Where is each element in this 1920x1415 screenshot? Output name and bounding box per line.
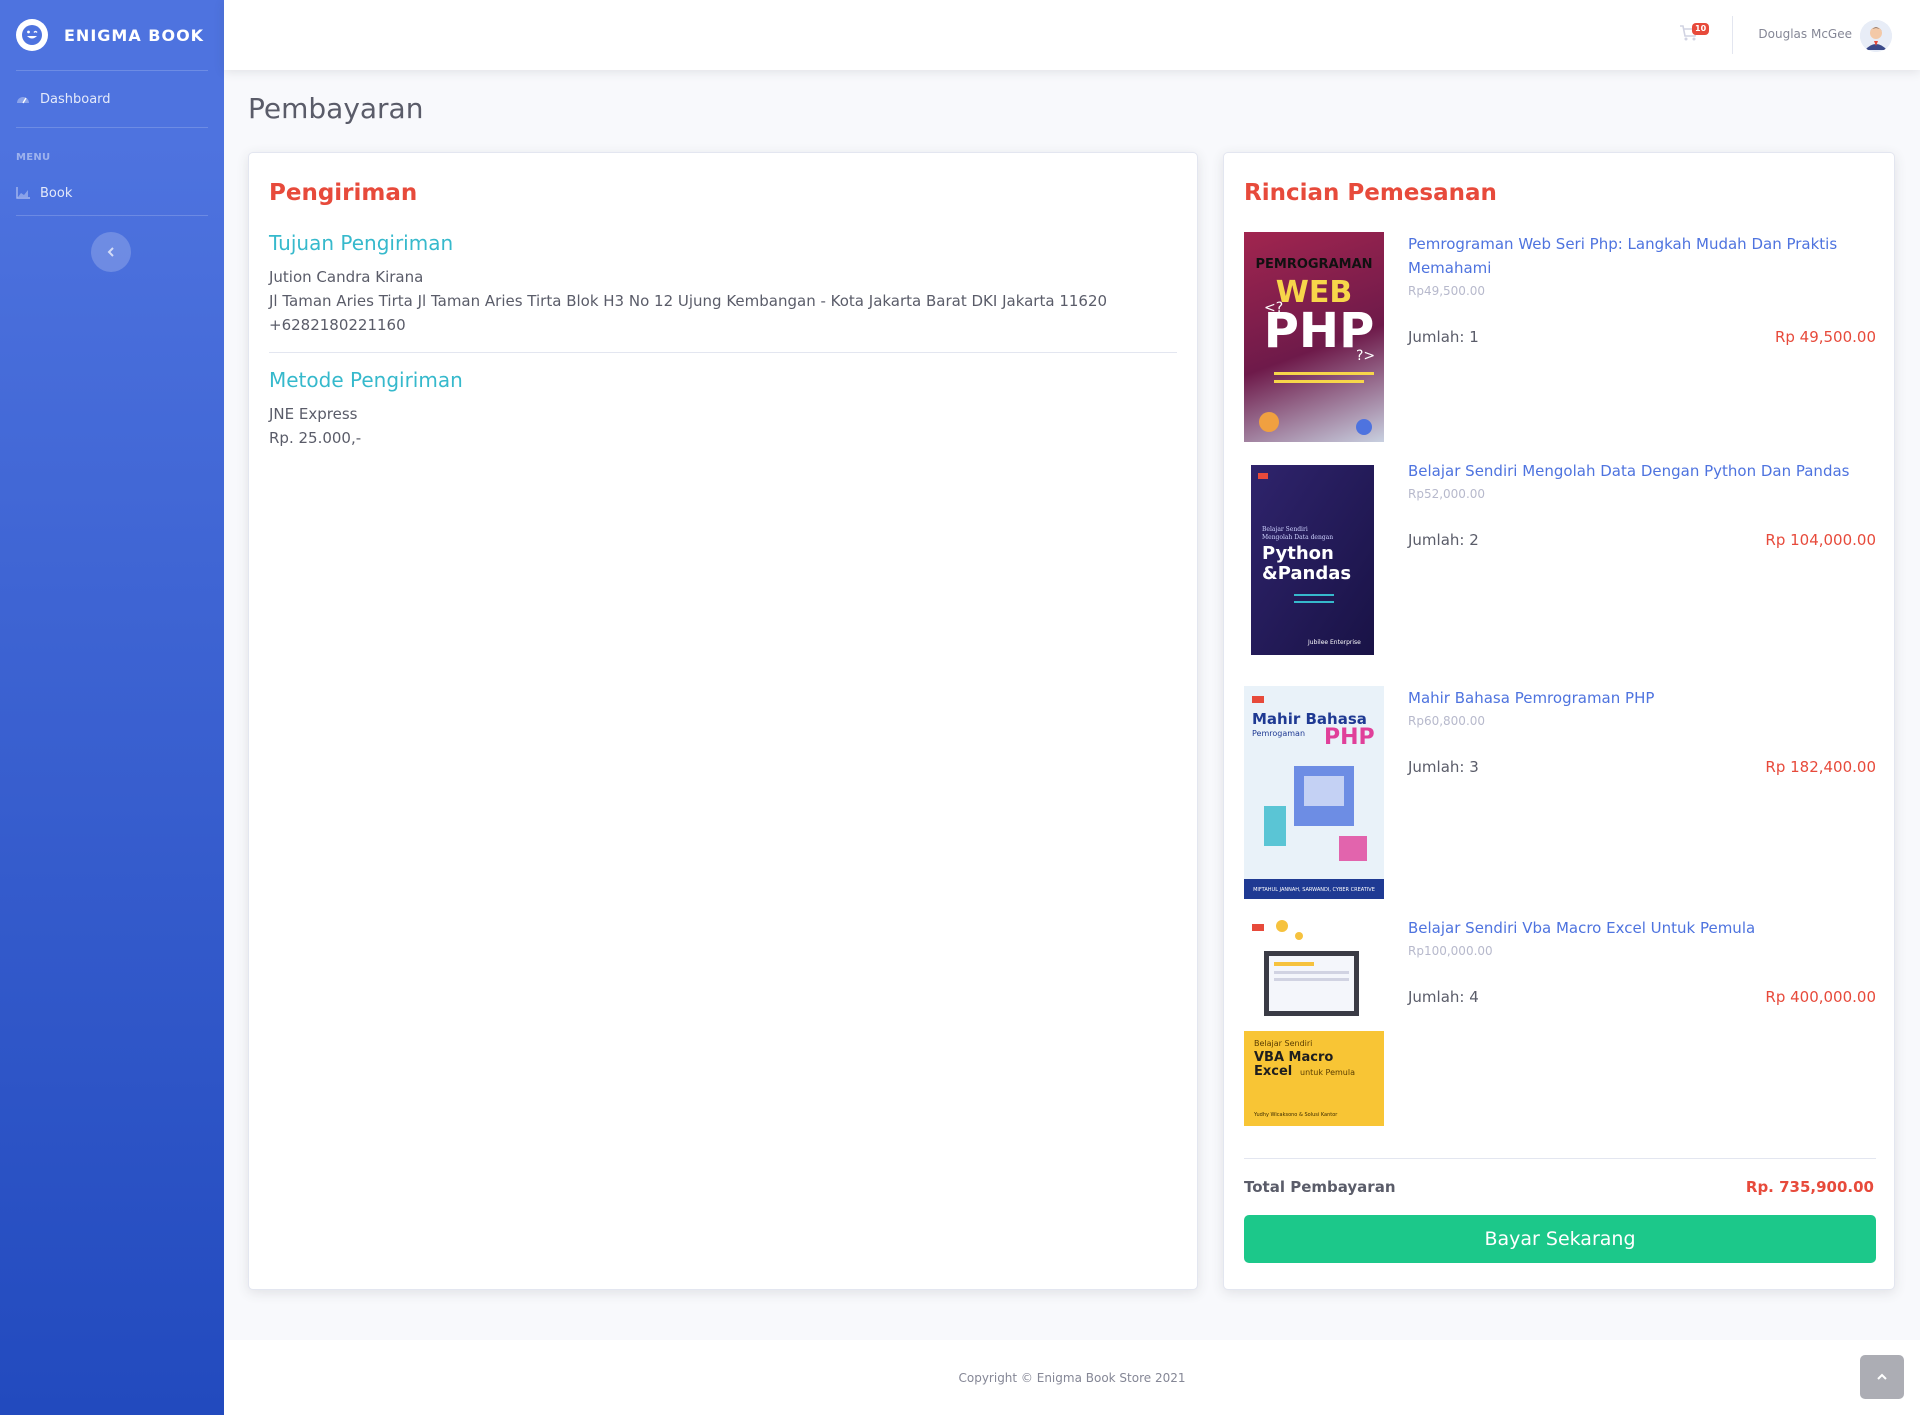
book-quantity: Jumlah: 3: [1408, 758, 1479, 776]
order-card: Rincian Pemesanan PEMROGRAMAN WEB PHP <?…: [1223, 152, 1895, 1290]
book-cover-image: Mahir Bahasa Pemrogaman PHP MIFTAHUL JAN…: [1244, 686, 1384, 899]
svg-text:PEMROGRAMAN: PEMROGRAMAN: [1255, 257, 1372, 272]
divider: [269, 352, 1177, 353]
page-title: Pembayaran: [248, 92, 424, 125]
sidebar-toggle-button[interactable]: [91, 232, 131, 272]
total-value: Rp. 735,900.00: [1745, 1178, 1874, 1196]
book-subtotal: Rp 400,000.00: [1765, 988, 1876, 1006]
svg-text:MIFTAHUL JANNAH, SARWANDI, CYB: MIFTAHUL JANNAH, SARWANDI, CYBER CREATIV…: [1253, 887, 1375, 893]
sidebar-divider: [16, 215, 208, 216]
book-quantity: Jumlah: 4: [1408, 988, 1479, 1006]
book-title-link[interactable]: Mahir Bahasa Pemrograman PHP: [1408, 686, 1868, 710]
chart-area-icon: [16, 187, 36, 199]
svg-text:Excel: Excel: [1254, 1064, 1292, 1079]
svg-text:Belajar Sendiri: Belajar Sendiri: [1254, 1039, 1312, 1048]
shipping-heading: Pengiriman: [269, 180, 418, 206]
book-title-link[interactable]: Belajar Sendiri Vba Macro Excel Untuk Pe…: [1408, 916, 1868, 940]
brand-link[interactable]: ENIGMA BOOK: [0, 0, 224, 70]
svg-text:?>: ?>: [1356, 348, 1375, 364]
svg-text:Pemrogaman: Pemrogaman: [1252, 729, 1305, 738]
divider: [1244, 1158, 1876, 1159]
sidebar-item-label: Book: [40, 185, 73, 201]
user-name[interactable]: Douglas McGee: [1758, 27, 1852, 41]
user-avatar-icon: [1860, 20, 1892, 52]
courier-name: JNE Express: [269, 405, 358, 423]
svg-text:PHP: PHP: [1324, 725, 1375, 750]
recipient-name: Jution Candra Kirana: [269, 268, 424, 286]
book-subtotal: Rp 49,500.00: [1774, 328, 1876, 346]
svg-text:Python: Python: [1262, 543, 1334, 564]
topbar: 10 Douglas McGee: [224, 0, 1920, 70]
book-quantity: Jumlah: 1: [1408, 328, 1479, 346]
shipping-card: Pengiriman Tujuan Pengiriman Jution Cand…: [248, 152, 1198, 1290]
method-heading: Metode Pengiriman: [269, 368, 463, 392]
chevron-up-icon: [1877, 1373, 1887, 1380]
order-item: Belajar Sendiri Mengolah Data dengan Pyt…: [1244, 459, 1876, 669]
book-cover-image: Belajar Sendiri Mengolah Data dengan Pyt…: [1244, 459, 1384, 667]
avatar[interactable]: [1860, 20, 1892, 52]
sidebar-item-book[interactable]: Book: [0, 171, 224, 215]
sidebar-item-label: Dashboard: [40, 91, 111, 107]
svg-text:<?: <?: [1264, 300, 1283, 316]
svg-text:VBA Macro: VBA Macro: [1254, 1050, 1333, 1065]
topbar-divider: [1732, 16, 1733, 54]
pay-now-button[interactable]: Bayar Sekarang: [1244, 1215, 1876, 1263]
svg-text:Mengolah Data dengan: Mengolah Data dengan: [1262, 534, 1333, 541]
cart-count-badge: 10: [1692, 23, 1710, 35]
svg-text:&Pandas: &Pandas: [1262, 563, 1351, 584]
sidebar-heading: MENU: [16, 152, 51, 163]
order-item: Mahir Bahasa Pemrogaman PHP MIFTAHUL JAN…: [1244, 686, 1876, 900]
book-unit-price: Rp49,500.00: [1408, 284, 1486, 298]
book-title-link[interactable]: Belajar Sendiri Mengolah Data Dengan Pyt…: [1408, 459, 1868, 483]
svg-text:Yudhy Wicaksono & Solusi Kanto: Yudhy Wicaksono & Solusi Kantor: [1253, 1112, 1338, 1118]
book-quantity: Jumlah: 2: [1408, 531, 1479, 549]
book-cover-image: PEMROGRAMAN WEB PHP <? ?>: [1244, 232, 1384, 442]
chevron-left-icon: [107, 247, 114, 257]
order-heading: Rincian Pemesanan: [1244, 180, 1497, 206]
scroll-to-top-button[interactable]: [1860, 1355, 1904, 1399]
order-item: PEMROGRAMAN WEB PHP <? ?> Pemrograman We…: [1244, 232, 1876, 444]
destination-heading: Tujuan Pengiriman: [269, 231, 454, 255]
brand-name: ENIGMA BOOK: [64, 25, 205, 45]
book-title-link[interactable]: Pemrograman Web Seri Php: Langkah Mudah …: [1408, 232, 1868, 280]
svg-text:Jubilee Enterprise: Jubilee Enterprise: [1307, 639, 1361, 646]
book-unit-price: Rp60,800.00: [1408, 714, 1486, 728]
book-cover-image: Belajar Sendiri VBA Macro Excel untuk Pe…: [1244, 916, 1384, 1126]
book-unit-price: Rp100,000.00: [1408, 944, 1493, 958]
svg-text:Belajar Sendiri: Belajar Sendiri: [1262, 526, 1308, 533]
footer: Copyright © Enigma Book Store 2021: [224, 1340, 1920, 1415]
shipping-cost: Rp. 25.000,-: [269, 429, 362, 447]
laugh-wink-icon: [16, 19, 48, 51]
book-unit-price: Rp52,000.00: [1408, 487, 1486, 501]
recipient-phone: +6282180221160: [269, 316, 406, 334]
book-subtotal: Rp 104,000.00: [1765, 531, 1876, 549]
sidebar-item-dashboard[interactable]: Dashboard: [0, 71, 224, 127]
book-subtotal: Rp 182,400.00: [1765, 758, 1876, 776]
recipient-address: Jl Taman Aries Tirta Jl Taman Aries Tirt…: [269, 292, 1108, 310]
order-item: Belajar Sendiri VBA Macro Excel untuk Pe…: [1244, 916, 1876, 1128]
svg-text:untuk Pemula: untuk Pemula: [1300, 1068, 1355, 1077]
tachometer-icon: [16, 93, 36, 105]
sidebar: ENIGMA BOOK Dashboard MENU Book: [0, 0, 224, 1415]
total-label: Total Pembayaran: [1244, 1178, 1396, 1196]
copyright-text: Copyright © Enigma Book Store 2021: [958, 1370, 1186, 1385]
